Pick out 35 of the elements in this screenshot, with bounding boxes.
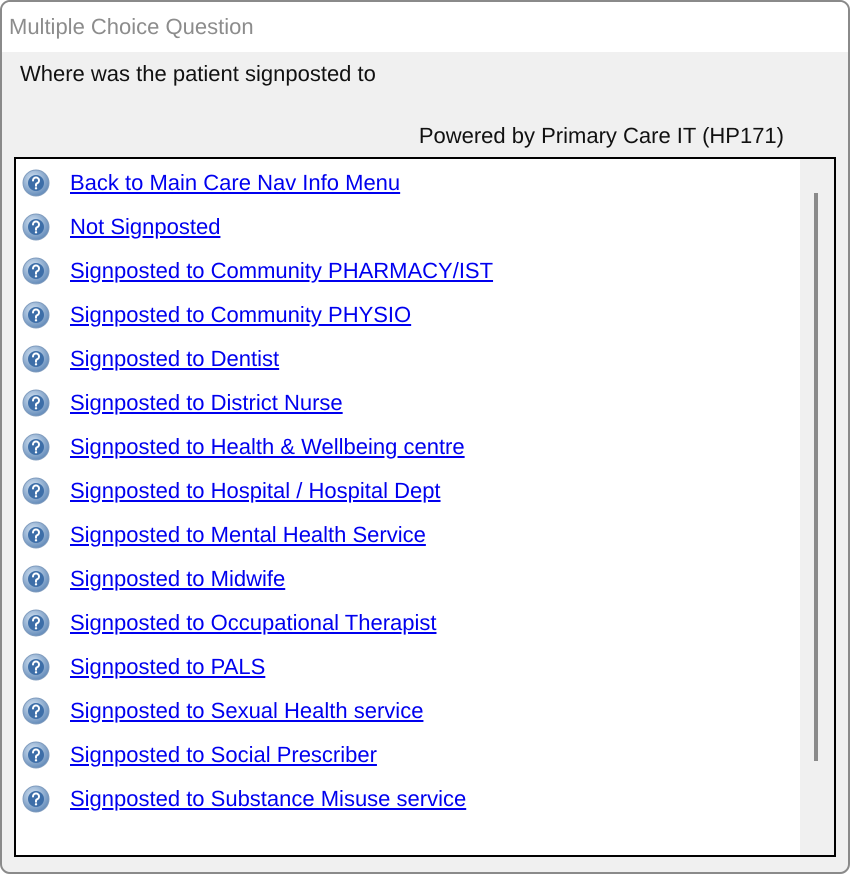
option-link[interactable]: Signposted to Occupational Therapist — [70, 610, 436, 636]
credit-text: Powered by Primary Care IT (HP171) — [418, 123, 784, 150]
scroll-thumb[interactable] — [814, 193, 818, 761]
option-link[interactable]: Back to Main Care Nav Info Menu — [70, 170, 400, 196]
option-link[interactable]: Signposted to Hospital / Hospital Dept — [70, 478, 441, 504]
option-link[interactable]: Signposted to Health & Wellbeing centre — [70, 434, 465, 460]
help-icon — [22, 169, 50, 197]
option-link[interactable]: Not Signposted — [70, 214, 220, 240]
option-link[interactable]: Signposted to Substance Misuse service — [70, 786, 466, 812]
help-icon — [22, 565, 50, 593]
question-text: Where was the patient signposted to — [19, 60, 377, 88]
help-icon — [22, 521, 50, 549]
option-link[interactable]: Signposted to Midwife — [70, 566, 286, 592]
scrollbar[interactable] — [800, 159, 834, 855]
option-link[interactable]: Signposted to PALS — [70, 654, 266, 680]
help-icon — [22, 653, 50, 681]
help-icon — [22, 697, 50, 725]
option-link[interactable]: Signposted to Dentist — [70, 346, 280, 372]
option-link[interactable]: Signposted to Community PHARMACY/IST — [70, 258, 494, 284]
option-link[interactable]: Signposted to Community PHYSIO — [70, 302, 412, 328]
help-icon — [22, 213, 50, 241]
option-link[interactable]: Signposted to Mental Health Service — [70, 522, 426, 548]
option-link[interactable]: Signposted to District Nurse — [70, 390, 343, 416]
help-icon — [22, 389, 50, 417]
help-icon — [22, 257, 50, 285]
window-title: Multiple Choice Question — [9, 14, 254, 40]
help-icon — [22, 477, 50, 505]
help-icon — [22, 345, 50, 373]
help-icon — [22, 433, 50, 461]
option-link[interactable]: Signposted to Sexual Health service — [70, 698, 424, 724]
help-icon — [22, 609, 50, 637]
option-link[interactable]: Signposted to Social Prescriber — [70, 742, 377, 768]
help-icon — [22, 741, 50, 769]
help-icon — [22, 785, 50, 813]
help-icon — [22, 301, 50, 329]
